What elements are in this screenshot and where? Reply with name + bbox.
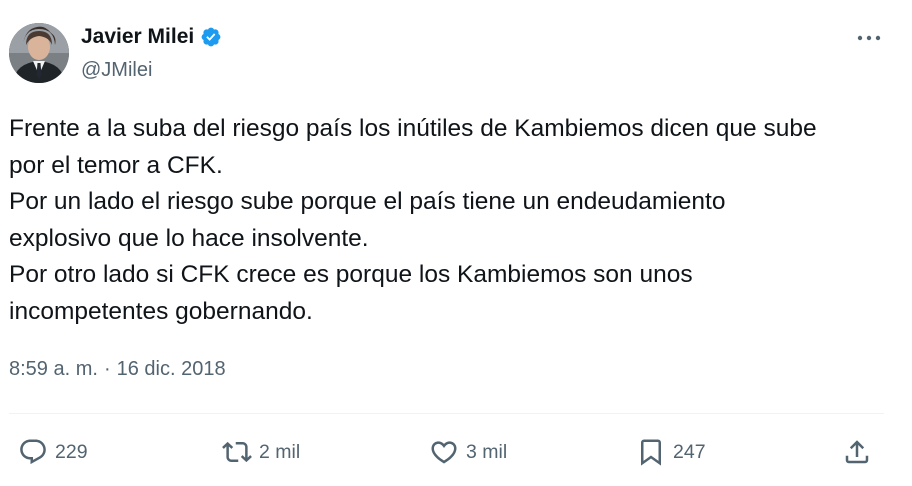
share-button[interactable] — [842, 430, 872, 474]
share-icon — [845, 440, 869, 464]
like-icon — [431, 441, 457, 464]
bookmark-icon — [641, 439, 661, 466]
author-name-row: Javier Milei — [81, 25, 222, 49]
author-handle[interactable]: @JMilei — [81, 59, 152, 82]
verified-badge-icon — [201, 27, 221, 47]
retweet-button[interactable]: 2 mil — [222, 430, 300, 474]
tweet-timestamp[interactable]: 8:59 a. m. · 16 dic. 2018 — [9, 358, 226, 381]
bookmark-count: 247 — [673, 440, 706, 463]
reply-icon — [20, 439, 46, 465]
tweet-line: incompetentes gobernando. — [9, 297, 313, 325]
avatar[interactable] — [9, 23, 69, 83]
bookmark-button[interactable]: 247 — [636, 430, 706, 474]
tweet-line: Frente a la suba del riesgo país los inú… — [9, 115, 817, 142]
reply-button[interactable]: 229 — [18, 430, 88, 474]
more-options-button[interactable] — [853, 26, 885, 50]
timestamp-separator: · — [103, 358, 111, 380]
author-name[interactable]: Javier Milei — [81, 25, 194, 49]
tweet-date: 16 dic. 2018 — [116, 358, 226, 380]
tweet-line: explosivo que lo hace insolvente. — [9, 224, 369, 252]
avatar-image — [9, 23, 69, 83]
like-button[interactable]: 3 mil — [429, 430, 507, 474]
action-bar: 229 2 mil 3 mil 247 — [0, 430, 912, 474]
tweet-line: Por otro lado si CFK crece es porque los… — [9, 261, 693, 288]
tweet-line: por el temor a CFK. — [9, 151, 223, 179]
tweet-time: 8:59 a. m. — [9, 358, 98, 380]
more-options-icon — [857, 35, 881, 41]
retweet-icon — [222, 441, 252, 463]
like-count: 3 mil — [466, 440, 508, 463]
retweet-count: 2 mil — [259, 440, 301, 463]
divider — [9, 413, 884, 414]
tweet-text: Frente a la suba del riesgo país los inú… — [9, 111, 889, 330]
tweet-line: Por un lado el riesgo sube porque el paí… — [9, 188, 726, 215]
reply-count: 229 — [55, 440, 88, 463]
